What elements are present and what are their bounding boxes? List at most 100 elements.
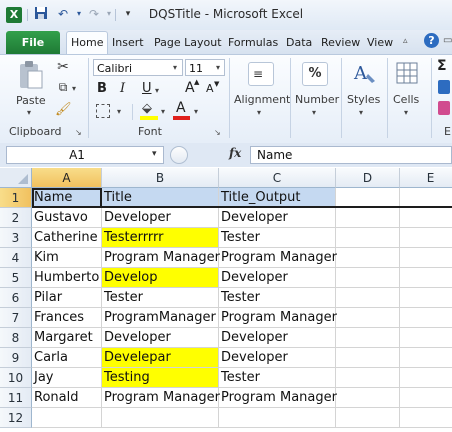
row-header[interactable]: 4 xyxy=(0,248,32,268)
cell-c7[interactable]: Program Manager xyxy=(219,308,337,328)
paste-label[interactable]: Paste xyxy=(16,94,46,107)
row-header[interactable]: 5 xyxy=(0,268,32,288)
cell-d6[interactable] xyxy=(336,288,400,308)
column-header-a[interactable]: A xyxy=(32,168,102,188)
minimize-ribbon-icon[interactable]: ▵ xyxy=(403,36,408,46)
shrink-font-button[interactable]: A xyxy=(206,82,214,95)
undo-icon[interactable]: ↶ xyxy=(55,6,71,22)
cell-a12[interactable] xyxy=(32,408,102,428)
alignment-button[interactable]: ≡ xyxy=(248,62,274,86)
cell-e9[interactable] xyxy=(400,348,452,368)
cell-a4[interactable]: Kim xyxy=(32,248,102,268)
cut-icon[interactable]: ✂ xyxy=(55,59,71,75)
cell-a7[interactable]: Frances xyxy=(32,308,102,328)
autosum-button[interactable]: Σ xyxy=(437,58,447,74)
cell-b7[interactable]: ProgramManager xyxy=(102,308,219,328)
clear-icon[interactable] xyxy=(438,101,450,115)
row-header[interactable]: 10 xyxy=(0,368,32,388)
cell-b8[interactable]: Developer xyxy=(102,328,219,348)
cell-a11[interactable]: Ronald xyxy=(32,388,102,408)
underline-button[interactable]: U xyxy=(142,81,152,96)
name-box-dropdown-icon[interactable]: ▾ xyxy=(152,149,157,159)
help-icon[interactable]: ? xyxy=(424,33,439,48)
cell-d7[interactable] xyxy=(336,308,400,328)
cell-b12[interactable] xyxy=(102,408,219,428)
cell-d9[interactable] xyxy=(336,348,400,368)
cell-b5[interactable]: Develop xyxy=(102,268,219,288)
cell-b3[interactable]: Testerrrrr xyxy=(102,228,219,248)
cell-b6[interactable]: Tester xyxy=(102,288,219,308)
row-header[interactable]: 9 xyxy=(0,348,32,368)
cells-dropdown-icon[interactable]: ▾ xyxy=(404,108,408,117)
cell-c9[interactable]: Developer xyxy=(219,348,336,368)
cell-c11[interactable]: Program Manager xyxy=(219,388,337,408)
cell-d1[interactable] xyxy=(336,188,400,208)
number-group-label[interactable]: Number xyxy=(295,93,339,106)
column-header-b[interactable]: B xyxy=(102,168,219,188)
row-header[interactable]: 3 xyxy=(0,228,32,248)
cell-a10[interactable]: Jay xyxy=(32,368,102,388)
row-header[interactable]: 12 xyxy=(0,408,32,428)
number-dropdown-icon[interactable]: ▾ xyxy=(312,108,316,117)
styles-icon[interactable]: A xyxy=(350,60,378,86)
cell-d10[interactable] xyxy=(336,368,400,388)
fill-color-dropdown-icon[interactable]: ▾ xyxy=(161,107,165,116)
cell-e11[interactable] xyxy=(400,388,452,408)
paste-dropdown-icon[interactable]: ▾ xyxy=(27,108,31,117)
cell-e7[interactable] xyxy=(400,308,452,328)
column-header-d[interactable]: D xyxy=(336,168,400,188)
borders-dropdown-icon[interactable]: ▾ xyxy=(117,107,121,116)
tab-page-layout[interactable]: Page Layout xyxy=(154,36,222,49)
tab-file[interactable]: File xyxy=(6,31,60,54)
cell-d12[interactable] xyxy=(336,408,400,428)
select-all-corner[interactable] xyxy=(0,168,32,188)
name-box[interactable]: A1 ▾ xyxy=(6,146,164,164)
font-color-button[interactable]: A xyxy=(176,100,186,116)
cell-a8[interactable]: Margaret xyxy=(32,328,102,348)
cell-e12[interactable] xyxy=(400,408,452,428)
column-header-c[interactable]: C xyxy=(219,168,336,188)
row-header[interactable]: 8 xyxy=(0,328,32,348)
ribbon-options-icon[interactable]: ▭ xyxy=(443,35,452,46)
cell-e4[interactable] xyxy=(400,248,452,268)
cell-c10[interactable]: Tester xyxy=(219,368,336,388)
tab-data[interactable]: Data xyxy=(286,36,312,49)
tab-home[interactable]: Home xyxy=(71,36,103,49)
row-header[interactable]: 7 xyxy=(0,308,32,328)
cell-e2[interactable] xyxy=(400,208,452,228)
row-header[interactable]: 1 xyxy=(0,188,32,208)
row-header[interactable]: 2 xyxy=(0,208,32,228)
cell-c8[interactable]: Developer xyxy=(219,328,336,348)
fill-down-icon[interactable] xyxy=(438,80,450,94)
cell-b9[interactable]: Develepar xyxy=(102,348,219,368)
cell-e6[interactable] xyxy=(400,288,452,308)
copy-icon[interactable]: ⧉ xyxy=(55,80,71,95)
cell-d2[interactable] xyxy=(336,208,400,228)
copy-dropdown-icon[interactable]: ▾ xyxy=(72,84,76,93)
cell-e8[interactable] xyxy=(400,328,452,348)
undo-dropdown-icon[interactable]: ▾ xyxy=(71,6,87,22)
column-header-e[interactable]: E xyxy=(400,168,452,188)
cell-a1[interactable]: Name xyxy=(32,188,102,208)
tab-review[interactable]: Review xyxy=(321,36,360,49)
row-header[interactable]: 11 xyxy=(0,388,32,408)
format-painter-icon[interactable]: 🖌 xyxy=(55,102,72,117)
cell-e1[interactable] xyxy=(400,188,452,208)
cell-c12[interactable] xyxy=(219,408,336,428)
formula-input[interactable]: Name xyxy=(250,146,452,164)
cells-icon[interactable] xyxy=(396,62,418,84)
font-name-combo[interactable]: Calibri xyxy=(93,59,183,76)
cell-a2[interactable]: Gustavo xyxy=(32,208,102,228)
row-header[interactable]: 6 xyxy=(0,288,32,308)
cell-c4[interactable]: Program Manager xyxy=(219,248,337,268)
cell-e3[interactable] xyxy=(400,228,452,248)
formula-splitter[interactable] xyxy=(170,146,210,164)
tab-formulas[interactable]: Formulas xyxy=(228,36,278,49)
font-size-dropdown-icon[interactable]: ▾ xyxy=(216,63,220,72)
cell-a6[interactable]: Pilar xyxy=(32,288,102,308)
insert-function-button[interactable]: fx xyxy=(229,146,241,160)
font-name-dropdown-icon[interactable]: ▾ xyxy=(173,63,177,72)
cell-e5[interactable] xyxy=(400,268,452,288)
cell-c2[interactable]: Developer xyxy=(219,208,336,228)
bold-button[interactable]: B xyxy=(97,81,107,96)
